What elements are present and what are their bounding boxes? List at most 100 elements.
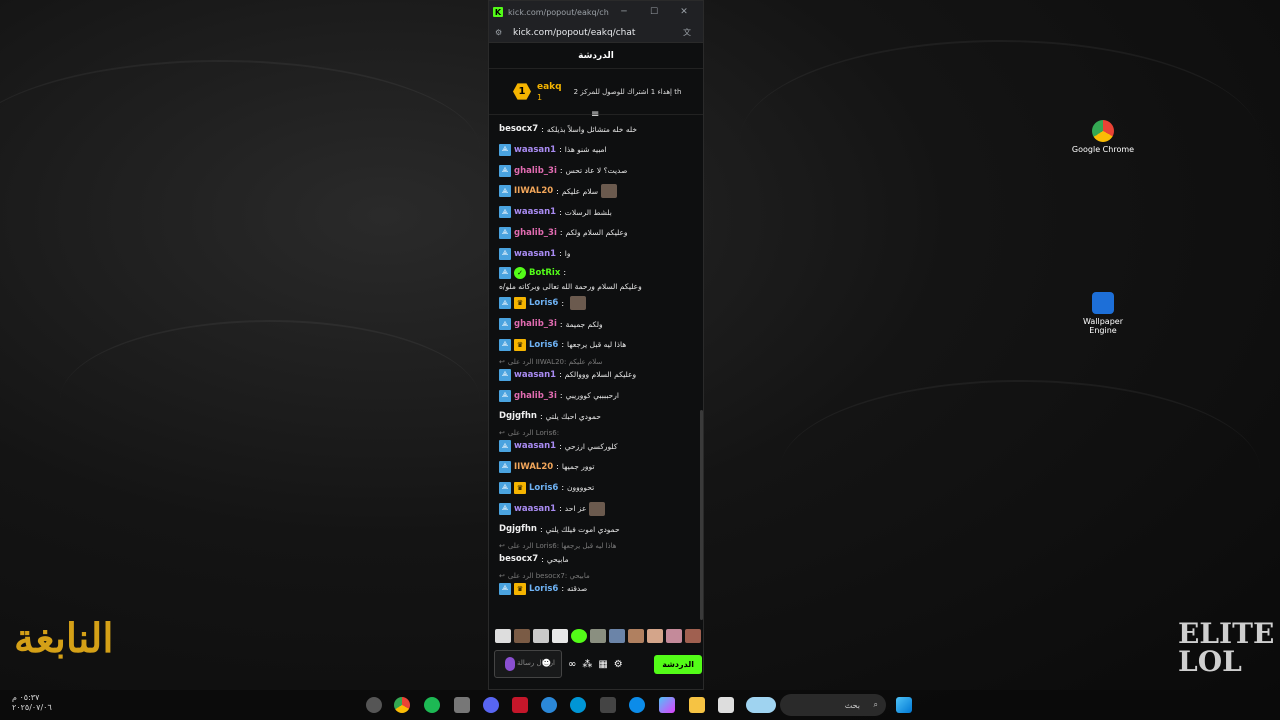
desktop-chrome-shortcut[interactable]: Google Chrome xyxy=(1071,120,1135,154)
chat-username[interactable]: ghalib_3i xyxy=(514,166,557,176)
chat-emote-icon[interactable] xyxy=(601,184,618,199)
store-icon[interactable]: ▦ xyxy=(598,659,607,670)
reply-preview[interactable]: ↩ الرد على IIWAL20: سلام عليكم xyxy=(499,358,695,366)
chat-message: ⟁ waasan1: عز احد xyxy=(499,501,695,517)
username-separator: : xyxy=(559,504,562,514)
reply-preview[interactable]: ↩ الرد على Loris6: هاذا ليه قبل يرجعها xyxy=(499,542,695,550)
og-badge-icon: ⟁ xyxy=(499,247,511,260)
chat-emote-icon[interactable] xyxy=(570,296,587,311)
chat-message-text: توور جميها xyxy=(561,462,595,472)
chat-username[interactable]: besocx7 xyxy=(499,124,538,134)
pinned-gift-banner[interactable]: 1 eakq 1 إهداء 1 اشتراك للوصول للمركز 2 … xyxy=(489,69,703,120)
chat-username[interactable]: Dgjgfhn xyxy=(499,524,537,534)
taskbar-chrome-icon[interactable] xyxy=(394,697,410,713)
taskbar-search-label: بحث xyxy=(844,700,860,710)
maximize-icon[interactable]: ☐ xyxy=(639,7,669,17)
chat-username[interactable]: besocx7 xyxy=(499,554,538,564)
close-icon[interactable]: ✕ xyxy=(669,7,699,17)
emote-icon[interactable] xyxy=(685,629,701,643)
chat-username[interactable]: Loris6 xyxy=(529,340,558,350)
taskbar-hp-icon[interactable] xyxy=(570,697,586,713)
taskbar-edge-icon[interactable] xyxy=(629,697,645,713)
chat-username[interactable]: ghalib_3i xyxy=(514,319,557,329)
settings-icon[interactable]: ⚙ xyxy=(614,659,623,670)
chat-message-text: وعليكم السلام وووالكم xyxy=(564,370,637,380)
message-input[interactable]: ارسال رسالة ☻ xyxy=(494,650,562,678)
translate-icon[interactable]: 文 xyxy=(683,27,697,38)
chat-username[interactable]: waasan1 xyxy=(514,370,556,380)
chat-emote-icon[interactable] xyxy=(589,501,606,516)
emote-icon[interactable] xyxy=(495,629,511,643)
chat-username[interactable]: Loris6 xyxy=(529,483,558,493)
quick-emote-row xyxy=(495,629,701,643)
chat-message-text: سلام عليكم xyxy=(561,186,599,196)
chat-username[interactable]: IIWAL20 xyxy=(514,186,553,196)
username-separator: : xyxy=(559,207,562,217)
og-badge-icon: ⟁ xyxy=(499,297,511,310)
reply-preview[interactable]: ↩ الرد على besocx7: مابيحي xyxy=(499,572,695,580)
username-separator: : xyxy=(559,441,562,451)
pinned-gift-count: 1 xyxy=(537,92,543,102)
send-chat-button[interactable]: الدردشة xyxy=(654,654,702,674)
taskbar-weather-icon[interactable] xyxy=(746,697,776,713)
taskbar-app-icon[interactable] xyxy=(512,697,528,713)
taskbar-spotify-icon[interactable] xyxy=(424,697,440,713)
emote-icon[interactable] xyxy=(533,629,549,643)
taskbar-discord-icon[interactable] xyxy=(483,697,499,713)
emote-icon[interactable] xyxy=(647,629,663,643)
emote-icon[interactable] xyxy=(571,629,587,643)
taskbar-app-icon[interactable] xyxy=(718,697,734,713)
chat-username[interactable]: Loris6 xyxy=(529,298,558,308)
address-bar[interactable]: ⚙ kick.com/popout/eakq/chat 文 xyxy=(489,23,703,43)
chat-username[interactable]: waasan1 xyxy=(514,207,556,217)
taskbar-app-icon[interactable] xyxy=(366,697,382,713)
chat-username[interactable]: waasan1 xyxy=(514,504,556,514)
chat-username[interactable]: BotRix xyxy=(529,268,560,278)
chat-message: ⟁ ghalib_3i: ولكم جميمة xyxy=(499,316,695,332)
emote-icon[interactable] xyxy=(666,629,682,643)
reply-preview[interactable]: ↩ الرد على Loris6: xyxy=(499,429,695,437)
minimize-icon[interactable]: ─ xyxy=(609,7,639,17)
chat-username[interactable]: waasan1 xyxy=(514,249,556,259)
taskbar-app-icon[interactable] xyxy=(541,697,557,713)
infinity-icon[interactable]: ∞ xyxy=(568,659,576,670)
emoji-icon[interactable]: ☻ xyxy=(542,659,551,669)
chat-header: الدردشة xyxy=(489,43,703,69)
chat-username[interactable]: waasan1 xyxy=(514,145,556,155)
elite-logo-right: ELITE LOL xyxy=(1178,617,1275,678)
streamer-logo-left: النابغة xyxy=(14,615,114,662)
taskbar-copilot-icon[interactable] xyxy=(659,697,675,713)
chat-username[interactable]: Loris6 xyxy=(529,584,558,594)
taskbar-clock[interactable]: ٠٥:٣٧ م ٢٠٢٥/٠٧/٠٦ xyxy=(12,693,52,713)
wallpaper-wave xyxy=(0,60,480,240)
taskbar-store-icon[interactable] xyxy=(600,697,616,713)
chat-username[interactable]: ghalib_3i xyxy=(514,228,557,238)
rank-badge-icon: 1 xyxy=(513,83,531,100)
filter-icon[interactable]: ≡ xyxy=(591,109,599,120)
og-badge-icon: ⟁ xyxy=(499,318,511,331)
emote-icon[interactable] xyxy=(590,629,606,643)
pinned-username[interactable]: eakq xyxy=(537,82,562,93)
og-badge-icon: ⟁ xyxy=(499,460,511,473)
chat-message: Dgjgfhn: حمودي اموت فيلك يلتي xyxy=(499,521,695,537)
desktop-wallpaper-engine-shortcut[interactable]: Wallpaper Engine xyxy=(1071,292,1135,335)
chat-username[interactable]: waasan1 xyxy=(514,441,556,451)
chat-username[interactable]: Dgjgfhn xyxy=(499,411,537,421)
chat-username[interactable]: IIWAL20 xyxy=(514,462,553,472)
reply-text: الرد على Loris6: هاذا ليه قبل يرجعها xyxy=(507,542,617,551)
emote-icon[interactable] xyxy=(609,629,625,643)
site-settings-icon[interactable]: ⚙ xyxy=(495,28,509,37)
chat-username[interactable]: ghalib_3i xyxy=(514,391,557,401)
chat-scrollbar[interactable] xyxy=(700,410,703,620)
emote-icon[interactable] xyxy=(628,629,644,643)
clock-date: ٢٠٢٥/٠٧/٠٦ xyxy=(12,703,52,712)
windows-start-icon[interactable] xyxy=(896,697,912,713)
taskbar-app-icon[interactable] xyxy=(454,697,470,713)
users-icon[interactable]: ⁂ xyxy=(582,659,592,670)
taskbar-explorer-icon[interactable] xyxy=(689,697,705,713)
address-url[interactable]: kick.com/popout/eakq/chat xyxy=(509,28,683,38)
emote-icon[interactable] xyxy=(552,629,568,643)
emote-icon[interactable] xyxy=(514,629,530,643)
taskbar-search[interactable]: بحث ⌕ xyxy=(780,694,886,716)
chat-popout-window: K kick.com/popout/eakq/chat... ─ ☐ ✕ ⚙ k… xyxy=(488,0,704,690)
